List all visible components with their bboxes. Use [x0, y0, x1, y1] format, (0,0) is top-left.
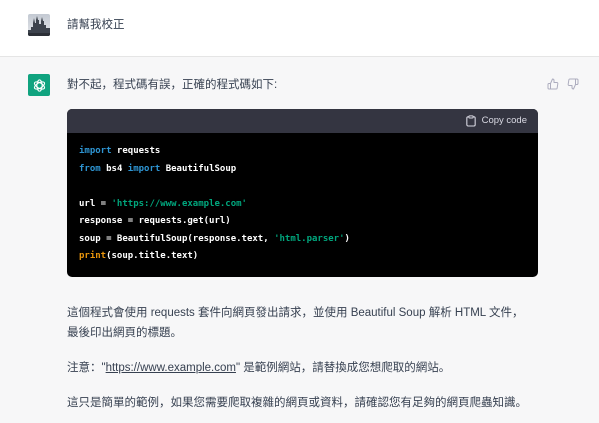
code-block-header: Copy code	[67, 109, 538, 133]
code-token: BeautifulSoup	[160, 163, 237, 174]
thumbs-up-icon	[547, 78, 559, 90]
code-token: bs4	[100, 163, 128, 174]
note-prefix: 注意："	[67, 362, 106, 374]
code-line: soup = BeautifulSoup(response.text, 'htm…	[79, 231, 526, 249]
code-line: url = 'https://www.example.com'	[79, 196, 526, 214]
code-token: requests	[111, 146, 161, 156]
explanation-line: 最後印出網頁的標題。	[67, 327, 182, 339]
user-avatar	[28, 14, 50, 36]
user-message-row: 請幫我校正	[0, 0, 599, 57]
note-suffix: " 是範例網站，請替換成您想爬取的網站。	[235, 362, 451, 374]
assistant-message-row: 對不起，程式碼有誤，正確的程式碼如下: Copy code import req…	[0, 57, 599, 423]
chatgpt-logo-icon	[28, 74, 50, 96]
code-token: import	[127, 163, 161, 174]
explanation-line: 這個程式會使用 requests 套件向網頁發出請求，並使用 Beautiful…	[67, 307, 524, 319]
code-line: import requests	[79, 143, 526, 161]
code-token: 'html.parser'	[274, 233, 345, 244]
code-token: url =	[79, 198, 112, 209]
code-token: import	[79, 146, 112, 156]
user-message-text: 請幫我校正	[67, 19, 125, 31]
explanation-paragraph: 這個程式會使用 requests 套件向網頁發出請求，並使用 Beautiful…	[67, 303, 523, 343]
code-line: print(soup.title.text)	[79, 248, 526, 266]
code-line: from bs4 import BeautifulSoup	[79, 161, 526, 179]
note-paragraph: 注意："https://www.example.com" 是範例網站，請替換成您…	[67, 358, 450, 378]
code-token: )	[344, 233, 350, 244]
assistant-intro-text: 對不起，程式碼有誤，正確的程式碼如下:	[67, 79, 278, 91]
disclaimer-paragraph: 這只是簡單的範例，如果您需要爬取複雜的網頁或資料，請確認您有足夠的網頁爬蟲知識。	[67, 397, 527, 409]
like-button[interactable]	[546, 77, 560, 91]
code-token: response = requests.get(url)	[79, 216, 231, 226]
code-token: soup = BeautifulSoup(response.text,	[79, 233, 275, 244]
code-token: print	[79, 251, 107, 261]
copy-code-label: Copy code	[481, 115, 527, 126]
code-token: (soup.title.text)	[106, 251, 199, 261]
thumbs-down-icon	[567, 78, 579, 90]
dislike-button[interactable]	[566, 77, 580, 91]
example-site-link[interactable]: https://www.example.com	[106, 362, 236, 374]
code-body: import requests from bs4 import Beautiful…	[67, 133, 538, 277]
copy-code-button[interactable]: Copy code	[465, 115, 527, 127]
code-block: Copy code import requests from bs4 import…	[67, 109, 538, 277]
clipboard-icon	[465, 115, 476, 127]
code-line: response = requests.get(url)	[79, 213, 526, 231]
code-token: from	[79, 163, 101, 174]
code-token: 'https://www.example.com'	[111, 198, 247, 209]
